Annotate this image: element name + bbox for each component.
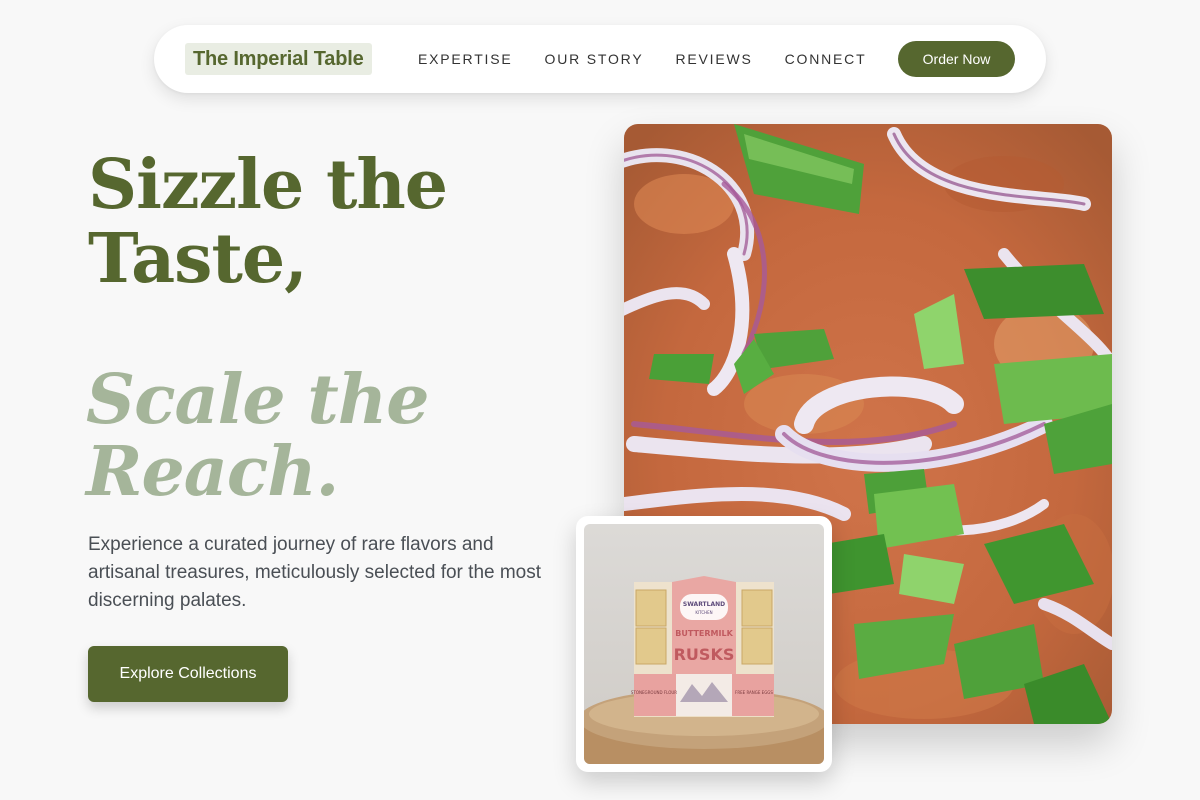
pack-title-1: BUTTERMILK: [675, 629, 733, 638]
pack-brand: SWARTLAND: [683, 601, 725, 608]
pack-side-right: FREE RANGE EGGS: [735, 690, 773, 695]
nav-link-connect[interactable]: CONNECT: [785, 51, 867, 67]
explore-collections-button[interactable]: Explore Collections: [88, 646, 288, 702]
hero-title: Sizzle the Taste,: [88, 145, 448, 299]
pack-title-2: RUSKS: [674, 645, 735, 664]
rusks-package-illustration: SWARTLAND KITCHEN BUTTERMILK RUSKS STONE…: [584, 524, 824, 764]
hero-subtitle: Scale the Reach.: [86, 360, 429, 512]
product-photo: SWARTLAND KITCHEN BUTTERMILK RUSKS STONE…: [584, 524, 824, 764]
nav-link-reviews[interactable]: REVIEWS: [675, 51, 752, 67]
brand-logo[interactable]: The Imperial Table: [185, 43, 372, 75]
pack-brand-sub: KITCHEN: [695, 610, 712, 615]
order-now-button[interactable]: Order Now: [898, 41, 1015, 77]
product-image-card: SWARTLAND KITCHEN BUTTERMILK RUSKS STONE…: [576, 516, 832, 772]
nav-links: EXPERTISE OUR STORY REVIEWS CONNECT: [418, 25, 866, 93]
page: The Imperial Table EXPERTISE OUR STORY R…: [0, 0, 1200, 800]
nav-link-expertise[interactable]: EXPERTISE: [418, 51, 513, 67]
nav-link-our-story[interactable]: OUR STORY: [545, 51, 644, 67]
hero-description: Experience a curated journey of rare fla…: [88, 534, 542, 611]
top-navbar: The Imperial Table EXPERTISE OUR STORY R…: [154, 25, 1046, 93]
pack-side-left: STONEGROUND FLOUR: [631, 690, 677, 695]
